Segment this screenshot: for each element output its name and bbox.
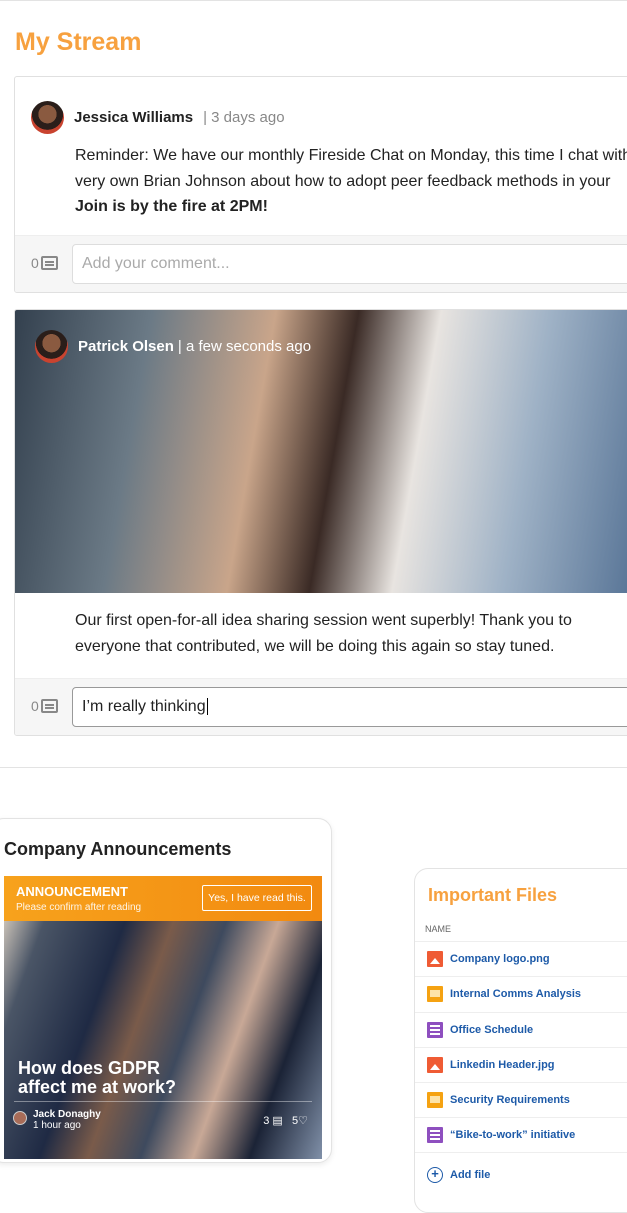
announcement-image[interactable]: How does GDPR affect me at work? Jack Do… <box>4 921 322 1159</box>
file-row[interactable]: Security Requirements <box>415 1082 627 1117</box>
post-card: Patrick Olsen | a few seconds ago Our fi… <box>14 309 627 736</box>
image-file-icon <box>427 951 443 968</box>
post-time: | 3 days ago <box>203 109 285 126</box>
announcement-subtitle: Please confirm after reading <box>16 902 142 913</box>
comment-icon <box>40 699 58 713</box>
post-author[interactable]: Jessica Williams <box>74 109 193 126</box>
post-body: Reminder: We have our monthly Fireside C… <box>75 147 627 215</box>
post-card: Jessica Williams | 3 days ago Reminder: … <box>14 76 627 293</box>
announcement-headline[interactable]: How does GDPR affect me at work? <box>18 1059 188 1097</box>
comment-icon <box>40 256 58 270</box>
page-title: My Stream <box>15 28 142 56</box>
avatar[interactable] <box>35 330 68 363</box>
comment-count: 0 <box>31 255 39 271</box>
file-name[interactable]: Internal Comms Analysis <box>450 988 581 1000</box>
widget-title: Company Announcements <box>4 839 232 859</box>
file-name[interactable]: Company logo.png <box>450 953 550 965</box>
file-row[interactable]: Company logo.png <box>415 941 627 976</box>
comment-count: 3 <box>263 1115 270 1127</box>
file-name[interactable]: “Bike-to-work” initiative <box>450 1129 575 1141</box>
announcement-author: Jack Donaghy <box>33 1109 101 1120</box>
comment-bar: 0 Add your comment... <box>15 235 627 292</box>
comment-bar: 0 I’m really thinking <box>15 678 627 735</box>
slides-file-icon <box>427 1092 443 1109</box>
avatar[interactable] <box>31 101 64 134</box>
file-name[interactable]: Office Schedule <box>450 1024 533 1036</box>
plus-icon: + <box>427 1167 443 1183</box>
sheet-file-icon <box>427 1127 443 1144</box>
post-time: | a few seconds ago <box>177 338 312 355</box>
comment-input[interactable]: I’m really thinking <box>72 687 627 727</box>
post-body: Our first open-for-all idea sharing sess… <box>75 612 572 655</box>
add-file-button[interactable]: + Add file <box>427 1167 490 1183</box>
image-file-icon <box>427 1057 443 1074</box>
announcement-label: ANNOUNCEMENT <box>16 884 128 899</box>
announcements-widget: Company Announcements ANNOUNCEMENT Pleas… <box>0 818 332 1163</box>
post-author[interactable]: Patrick Olsen <box>78 338 174 355</box>
file-name[interactable]: Linkedin Header.jpg <box>450 1059 555 1071</box>
comment-count: 0 <box>31 698 39 714</box>
heart-icon[interactable]: ♡ <box>298 1115 308 1127</box>
slides-file-icon <box>427 986 443 1003</box>
file-row[interactable]: Linkedin Header.jpg <box>415 1046 627 1082</box>
widget-title: Important Files <box>428 885 558 905</box>
file-row[interactable]: Internal Comms Analysis <box>415 976 627 1011</box>
avatar <box>13 1111 27 1125</box>
important-files-widget: Important Files NAME Company logo.png Int… <box>414 868 627 1213</box>
sheet-file-icon <box>427 1021 443 1038</box>
announcement-time: 1 hour ago <box>33 1120 81 1131</box>
comment-icon[interactable]: ▤ <box>272 1115 282 1127</box>
file-row[interactable]: Office Schedule <box>415 1011 627 1047</box>
file-row[interactable]: “Bike-to-work” initiative <box>415 1117 627 1153</box>
confirm-read-button[interactable]: Yes, I have read this. <box>202 885 312 911</box>
column-header-name[interactable]: NAME <box>425 924 451 934</box>
comment-input[interactable]: Add your comment... <box>72 244 627 284</box>
announcement-banner: ANNOUNCEMENT Please confirm after readin… <box>4 876 322 921</box>
file-name[interactable]: Security Requirements <box>450 1094 570 1106</box>
